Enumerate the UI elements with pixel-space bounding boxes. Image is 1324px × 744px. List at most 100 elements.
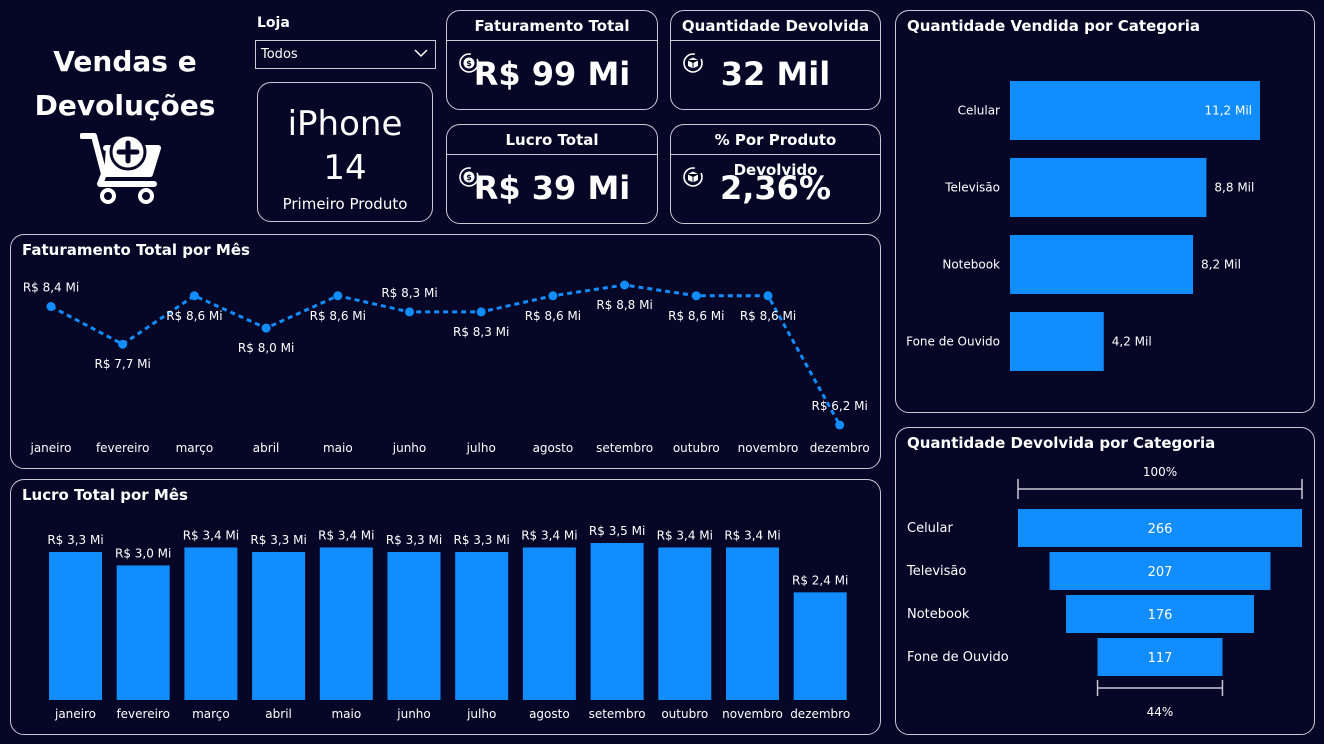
data-label: R$ 8,3 Mi	[453, 325, 509, 339]
vendida-categoria-card: Quantidade Vendida por Categoria Celular…	[895, 10, 1315, 413]
vendida-hbar-chart: Celular 11,2 Mil Televisão 8,8 Mil Notebook 8…	[906, 81, 1260, 371]
x-tick-label: outubro	[661, 707, 708, 721]
data-label: R$ 3,0 Mi	[115, 546, 171, 560]
data-label: 4,2 Mil	[1112, 335, 1152, 349]
funnel-bottom-bracket	[1096, 680, 1224, 696]
chevron-down-icon	[414, 49, 428, 58]
y-tick-label: Fone de Ouvido	[906, 335, 1000, 349]
category-label: Fone de Ouvido	[907, 650, 1009, 665]
x-tick-label: julho	[466, 441, 496, 455]
x-tick-label: junho	[392, 441, 427, 455]
x-tick-label: dezembro	[810, 441, 870, 455]
data-point	[46, 302, 56, 312]
title-line-1: Vendas e	[53, 45, 197, 78]
x-tick-label: junho	[396, 707, 431, 721]
data-label: R$ 3,4 Mi	[183, 528, 239, 542]
bar	[387, 551, 441, 700]
data-label: R$ 3,3 Mi	[250, 533, 306, 547]
data-point	[763, 291, 773, 301]
loja-select-value: Todos	[261, 47, 298, 62]
bar	[252, 551, 306, 700]
x-tick-label: janeiro	[29, 441, 71, 455]
filter-label: Loja	[257, 15, 290, 31]
data-point	[261, 323, 271, 333]
kpi-title: Lucro Total	[447, 125, 657, 155]
lucro-mes-card: Lucro Total por Mês R$ 3,3 Mi janeiro R$ 3…	[10, 479, 881, 735]
data-label: R$ 8,6 Mi	[166, 309, 222, 323]
shopping-cart-plus-icon	[80, 133, 161, 204]
data-point	[189, 291, 199, 301]
x-tick-label: julho	[466, 707, 496, 721]
x-tick-label: março	[176, 441, 214, 455]
x-tick-label: maio	[331, 707, 361, 721]
kpi-quantidade-devolvida: Quantidade Devolvida 32 Mil	[670, 10, 881, 110]
kpi-value: R$ 39 Mi	[473, 169, 631, 207]
x-tick-label: outubro	[673, 441, 720, 455]
data-label: R$ 8,6 Mi	[525, 309, 581, 323]
bar	[522, 547, 576, 700]
bar	[1010, 312, 1104, 371]
data-label: 11,2 Mil	[1204, 104, 1252, 118]
data-label: 117	[1148, 651, 1173, 666]
kpi-title: Quantidade Devolvida	[671, 11, 880, 41]
series-line	[50, 283, 842, 426]
data-label: 266	[1148, 522, 1173, 537]
kpi-value: 2,36%	[719, 169, 831, 207]
kpi-value: R$ 99 Mi	[473, 55, 631, 93]
data-point	[333, 291, 343, 301]
data-label: R$ 8,4 Mi	[23, 281, 79, 295]
kpi-title: % Por Produto Devolvido	[671, 125, 880, 179]
bar	[726, 547, 779, 700]
bar	[116, 565, 170, 700]
funnel-bottom-pct: 44%	[1147, 705, 1174, 719]
data-label: R$ 8,3 Mi	[381, 286, 437, 300]
x-tick-label: dezembro	[790, 707, 850, 721]
faturamento-line-chart: R$ 8,4 Mi janeiro R$ 7,7 Mi fevereiro R$ 8,6…	[23, 280, 870, 455]
category-label: Televisão	[906, 564, 966, 579]
bar	[1010, 158, 1207, 217]
kpi-title: Faturamento Total	[447, 11, 657, 41]
y-tick-label: Notebook	[942, 258, 1000, 272]
data-point	[405, 307, 414, 317]
x-tick-label: agosto	[529, 707, 570, 721]
kpi-lucro-total: Lucro Total $ R$ 39 Mi	[446, 124, 658, 224]
x-tick-label: abril	[253, 441, 280, 455]
x-tick-label: agosto	[533, 441, 574, 455]
x-tick-label: maio	[323, 441, 353, 455]
data-label: R$ 8,0 Mi	[238, 341, 294, 355]
dashboard-title: Vendas e Devoluções	[20, 40, 230, 128]
product-name-line-1: iPhone	[287, 104, 403, 144]
funnel-top-pct: 100%	[1143, 465, 1177, 479]
data-point	[118, 339, 128, 349]
data-label: R$ 7,7 Mi	[95, 357, 151, 371]
data-label: 8,8 Mil	[1214, 181, 1254, 195]
y-tick-label: Televisão	[944, 181, 1000, 195]
data-point	[691, 291, 701, 301]
funnel-top-bracket	[1017, 479, 1303, 499]
x-tick-label: março	[192, 707, 230, 721]
y-tick-label: Celular	[958, 104, 1000, 118]
x-tick-label: fevereiro	[116, 707, 170, 721]
data-label: R$ 3,5 Mi	[589, 524, 645, 538]
devolvida-funnel-chart: 100% 266 Celular 207 Televisão 176 Notebook 117…	[906, 465, 1303, 719]
data-label: R$ 3,3 Mi	[47, 533, 103, 547]
bar	[49, 551, 102, 700]
kpi-faturamento-total: Faturamento Total $ R$ 99 Mi	[446, 10, 658, 110]
data-label: 8,2 Mil	[1201, 258, 1241, 272]
product-caption: Primeiro Produto	[282, 195, 408, 213]
kpi-pct-devolvido: % Por Produto Devolvido 2,36%	[670, 124, 881, 224]
bar	[793, 592, 847, 700]
x-tick-label: novembro	[738, 441, 799, 455]
top-product-card: iPhone 14 Primeiro Produto	[257, 82, 433, 222]
data-label: R$ 8,6 Mi	[310, 309, 366, 323]
x-tick-label: abril	[265, 707, 292, 721]
data-label: R$ 3,4 Mi	[521, 528, 577, 542]
bar	[184, 547, 238, 700]
title-line-2: Devoluções	[34, 89, 216, 122]
kpi-value: 32 Mil	[720, 55, 831, 93]
bar	[455, 551, 509, 700]
data-label: R$ 8,8 Mi	[596, 298, 652, 312]
bar	[590, 543, 644, 700]
data-label: R$ 2,4 Mi	[792, 573, 848, 587]
loja-select[interactable]: Todos	[255, 40, 436, 69]
